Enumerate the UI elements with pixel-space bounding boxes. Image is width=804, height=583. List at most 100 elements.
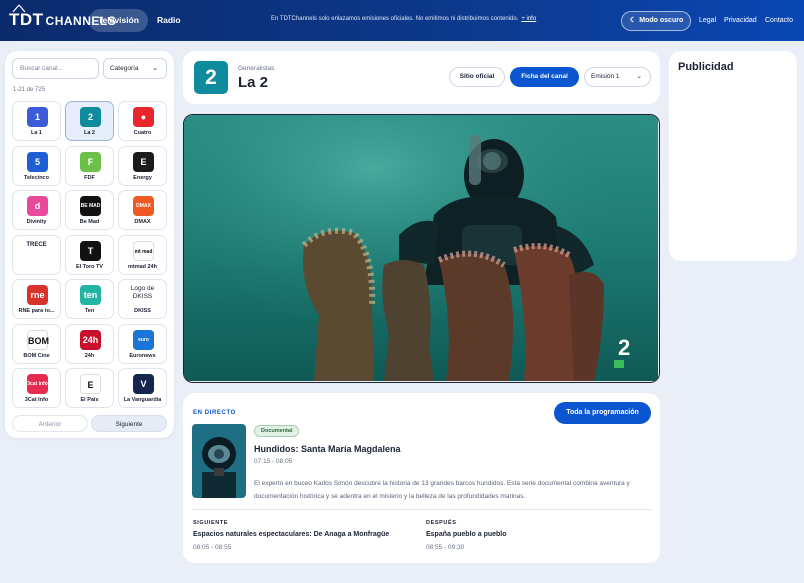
next-program-label: SIGUIENTE xyxy=(193,520,229,526)
after-program-time: 08:55 - 09:30 xyxy=(426,544,465,551)
channel-tile-name: 24h xyxy=(84,352,95,359)
channel-sheet-button[interactable]: Ficha del canal xyxy=(510,67,579,87)
channel-watermark: 2 xyxy=(618,335,630,360)
channel-tile[interactable]: 24h 24h xyxy=(65,323,114,364)
channel-tile-name: Ten xyxy=(84,308,95,314)
notice-text: En TDTChannels solo enlazamos emisiones … xyxy=(271,16,519,22)
channel-logo-icon: V xyxy=(133,374,154,394)
channel-tile[interactable]: DMAX DMAX xyxy=(118,190,167,230)
channel-logo: 2 xyxy=(194,61,228,94)
chevron-down-icon: ⌄ xyxy=(152,65,158,72)
dark-mode-button[interactable]: ☾ Modo oscuro xyxy=(621,11,691,31)
logo-main-text: TDT xyxy=(9,10,44,29)
emission-select[interactable]: Emisión 1 ⌄ xyxy=(584,67,651,87)
channel-tile[interactable]: 2 La 2 xyxy=(65,101,114,141)
channel-logo-icon: ten xyxy=(80,285,101,305)
previous-page-button[interactable]: Anterior xyxy=(12,415,88,432)
dark-mode-label: Modo oscuro xyxy=(639,17,684,24)
divider xyxy=(192,509,651,510)
channel-logo-icon: DMAX xyxy=(133,196,154,216)
emission-select-label: Emisión 1 xyxy=(591,73,620,80)
channel-logo-icon: 5 xyxy=(27,151,48,172)
channel-tile-name: DMAX xyxy=(134,219,151,225)
channel-logo-icon: 24h xyxy=(80,329,101,350)
channel-tile[interactable]: E El País xyxy=(65,368,114,408)
nav-tab-television[interactable]: Televisión xyxy=(89,9,148,32)
live-label: EN DIRECTO xyxy=(193,410,236,416)
notice-info-link[interactable]: + info xyxy=(521,16,536,22)
channel-tile[interactable]: BOM BOM Cine xyxy=(12,323,61,364)
channel-tile[interactable]: BE MAD Be Mad xyxy=(65,190,114,230)
channel-logo-alt-text: Logo de DKISS xyxy=(130,285,155,300)
channel-tile[interactable]: euro news. Euronews xyxy=(118,323,167,364)
channel-tile-name: Energy xyxy=(133,174,152,181)
channel-tile[interactable]: T El Toro TV xyxy=(65,234,114,275)
channel-tile[interactable]: d Divinity xyxy=(12,190,61,230)
channel-category: Generalistas xyxy=(238,65,275,72)
channel-tile[interactable]: rne RNE para to... xyxy=(12,279,61,319)
channel-tile-name: La Vanguardia xyxy=(123,397,162,403)
channel-search-input[interactable] xyxy=(12,58,99,79)
channel-logo-icon: rne xyxy=(27,285,48,305)
channel-tile[interactable]: 1 La 1 xyxy=(12,101,61,141)
channel-logo-icon: d xyxy=(27,196,48,216)
channel-tile-name: Be Mad xyxy=(79,219,100,225)
channel-tile[interactable]: ten Ten xyxy=(65,279,114,319)
next-page-button[interactable]: Siguiente xyxy=(91,415,167,432)
channel-count: 1-21 de 725 xyxy=(13,87,46,93)
channel-logo-icon: mt mad xyxy=(133,240,154,261)
channel-logo-icon: T xyxy=(80,240,101,261)
channel-title: La 2 xyxy=(238,74,269,91)
channel-tile-name: El País xyxy=(80,397,99,403)
program-title: Hundidos: Santa María Magdalena xyxy=(254,444,401,454)
antenna-icon xyxy=(12,4,26,12)
nav-tab-radio[interactable]: Radio xyxy=(148,9,190,32)
channel-tile[interactable]: Logo de DKISS DKISS xyxy=(118,279,167,319)
channel-tile[interactable]: TRECE xyxy=(12,234,61,275)
category-select[interactable]: Categoría ⌄ xyxy=(103,58,167,79)
channel-tile[interactable]: ● Cuatro xyxy=(118,101,167,141)
contact-link[interactable]: Contacto xyxy=(765,17,793,24)
privacy-link[interactable]: Privacidad xyxy=(724,17,757,24)
top-bar: TDT CHANNELS Televisión Radio En TDTChann… xyxy=(0,0,804,41)
category-select-label: Categoría xyxy=(110,65,139,72)
official-site-button[interactable]: Sitio oficial xyxy=(449,67,505,87)
channel-tile-name: El Toro TV xyxy=(75,263,104,270)
program-time: 07:15 - 08:05 xyxy=(254,458,293,465)
channel-tile-name: 3Cat Info xyxy=(24,397,49,403)
full-schedule-button[interactable]: Toda la programación xyxy=(554,402,651,424)
channel-tile-name: FDF xyxy=(84,174,95,181)
channel-tile[interactable]: F FDF xyxy=(65,145,114,186)
channel-logo-icon: BOM xyxy=(27,329,49,350)
legal-link[interactable]: Legal xyxy=(699,17,716,24)
channel-tile-name: La 1 xyxy=(30,130,42,136)
advertisement-title: Publicidad xyxy=(678,61,734,73)
after-program-label: DESPUÉS xyxy=(426,520,457,526)
next-program-title: Espacios naturales espectaculares: De An… xyxy=(193,531,390,538)
video-player[interactable]: 2 xyxy=(183,114,660,383)
genre-badge: Documental xyxy=(254,425,300,437)
channel-logo-icon: F xyxy=(80,151,101,172)
next-program-time: 08:05 - 08:55 xyxy=(193,544,232,551)
program-thumbnail xyxy=(192,424,246,498)
channel-logo-icon: E xyxy=(133,151,154,172)
channel-tile-name: BOM Cine xyxy=(23,352,50,359)
channel-header: 2 Generalistas La 2 Sitio oficial Ficha … xyxy=(183,51,660,104)
channel-tile[interactable]: mt mad mtmad 24h xyxy=(118,234,167,275)
channel-tile-name: TRECE xyxy=(26,241,47,248)
channel-tile[interactable]: 5 Telecinco xyxy=(12,145,61,186)
chevron-down-icon: ⌄ xyxy=(636,73,642,80)
video-frame: 2 xyxy=(184,115,658,381)
program-description: El experto en buceo Karlos Simón descubr… xyxy=(254,480,630,500)
after-program-title: España pueblo a pueblo xyxy=(426,531,507,538)
channel-logo-icon: 1 xyxy=(27,107,48,127)
channel-tile[interactable]: E Energy xyxy=(118,145,167,186)
channel-tile-name: Euronews xyxy=(129,352,156,359)
channel-tile[interactable]: V La Vanguardia xyxy=(118,368,167,408)
legal-notice: En TDTChannels solo enlazamos emisiones … xyxy=(271,16,536,22)
channel-tile-name: Cuatro xyxy=(133,130,152,136)
channel-tile[interactable]: 3cat info 3Cat Info xyxy=(12,368,61,408)
channel-tile-name: DKISS xyxy=(134,308,151,314)
channel-logo-icon: euro news. xyxy=(133,329,154,363)
channel-sidebar: Categoría ⌄ 1-21 de 725 1 La 1 2 La 2 ● Cuatr… xyxy=(5,51,174,438)
